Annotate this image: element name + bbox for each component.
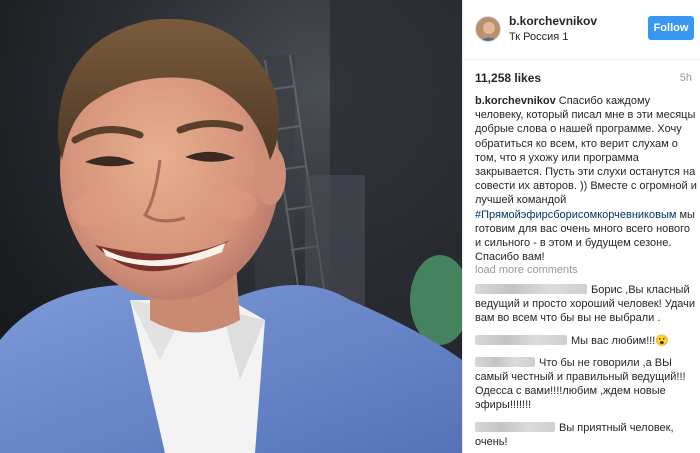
comment-item: Вы приятный человек, очень! — [475, 421, 697, 449]
post-caption: b.korchevnikov Спасибо каждому человеку,… — [475, 94, 697, 264]
selfie-image — [0, 0, 462, 453]
blurred-username[interactable] — [475, 334, 567, 345]
blurred-username[interactable] — [475, 421, 555, 432]
caption-username[interactable]: b.korchevnikov — [475, 95, 556, 107]
comment-item: Борис ,Вы класный ведущий и просто хорош… — [475, 283, 697, 326]
post-header: b.korchevnikov Тк Россия 1 Follow — [463, 0, 700, 60]
load-more-comments-link[interactable]: load more comments — [475, 264, 578, 276]
caption-text: Спасибо каждому человеку, который писал … — [475, 95, 697, 207]
post-time[interactable]: 5h — [680, 72, 692, 84]
likes-count[interactable]: 11,258 likes — [475, 71, 541, 85]
comments-list: Борис ,Вы класный ведущий и просто хорош… — [475, 283, 697, 453]
comment-text: Мы вас любим!!!😮 — [571, 334, 670, 347]
blurred-username[interactable] — [475, 284, 587, 294]
profile-avatar-icon[interactable] — [475, 16, 501, 42]
post-username[interactable]: b.korchevnikov — [509, 14, 597, 28]
post-location[interactable]: Тк Россия 1 — [509, 31, 568, 43]
blurred-username[interactable] — [475, 356, 535, 367]
comment-item: Что бы не говорили ,а ВЫ самый честный и… — [475, 356, 697, 413]
caption-hashtag[interactable]: #Прямойэфирсборисомкорчевниковым — [475, 209, 676, 221]
follow-button[interactable]: Follow — [648, 16, 694, 40]
post-photo[interactable] — [0, 0, 462, 453]
post-side-panel: b.korchevnikov Тк Россия 1 Follow 11,258… — [462, 0, 700, 453]
comment-item: Мы вас любим!!!😮 — [475, 334, 697, 348]
